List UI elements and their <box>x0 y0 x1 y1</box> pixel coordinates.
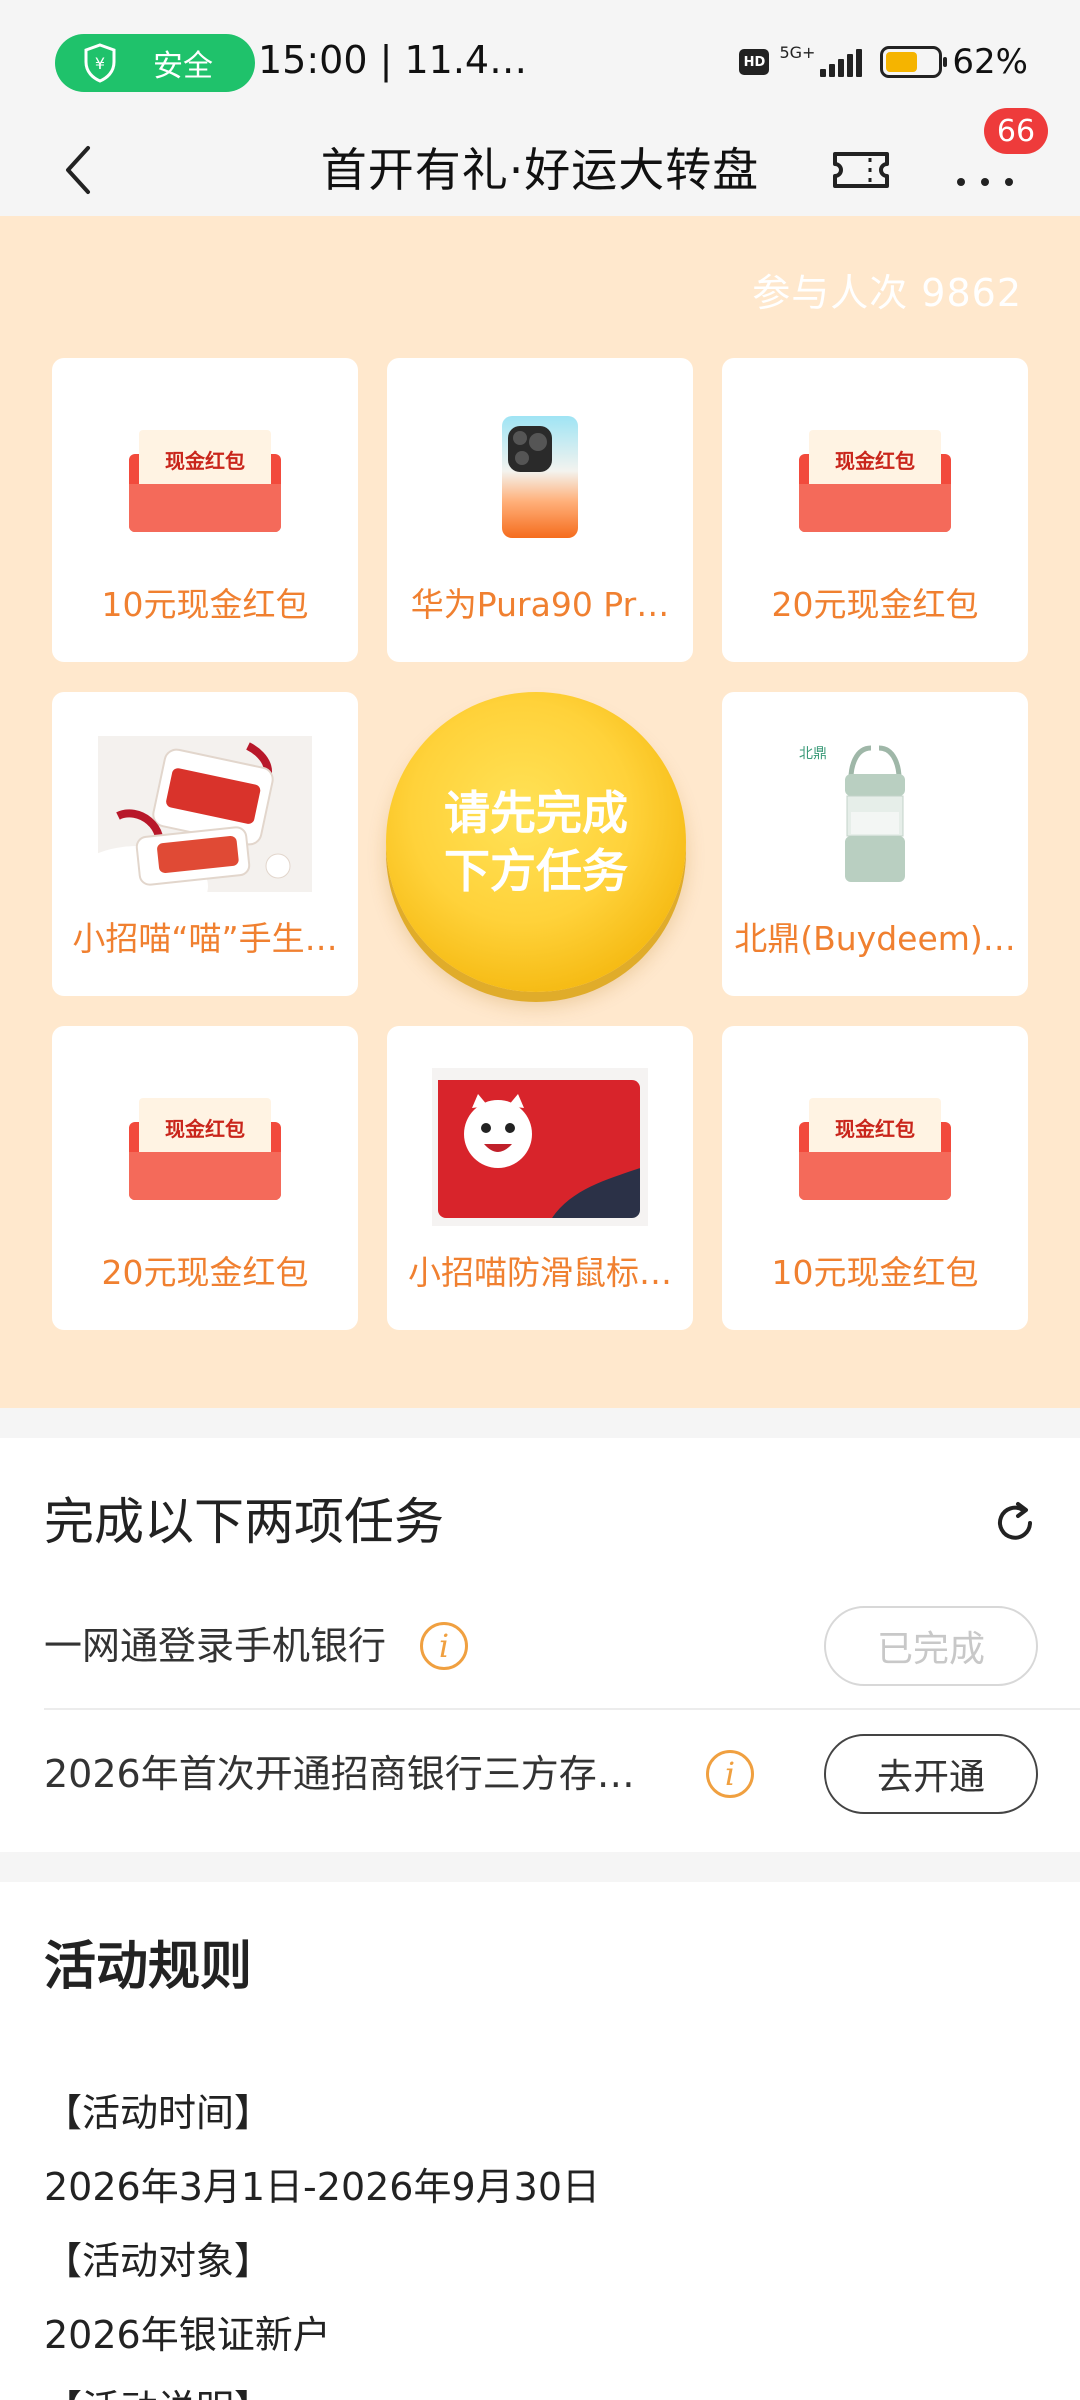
rule-heading: 【活动时间】 <box>44 2091 273 2135</box>
signal-icon <box>817 47 863 77</box>
status-time: 15:00 | 11.4… <box>258 38 528 82</box>
info-icon[interactable]: i <box>420 1622 468 1670</box>
task-row: 一网通登录手机银行 i 已完成 <box>44 1582 1080 1710</box>
prize-card: 现金红包 10元现金红包 <box>722 1026 1028 1330</box>
prize-label: 北鼎(Buydeem)… <box>734 919 1016 958</box>
ticket-icon <box>833 152 889 188</box>
red-packet-text: 现金红包 <box>835 449 915 473</box>
task-row: 2026年首次开通招商银行三方存… i 去开通 <box>44 1710 1080 1838</box>
rule-text: 2026年银证新户 <box>44 2313 331 2357</box>
prize-label: 10元现金红包 <box>771 1253 979 1292</box>
red-packet-image: 现金红包 <box>129 1098 281 1200</box>
prize-card: 现金红包 10元现金红包 <box>52 358 358 662</box>
more-dot <box>981 178 989 186</box>
ticket-button[interactable] <box>830 140 892 200</box>
red-packet-text: 现金红包 <box>835 1117 915 1141</box>
tasks-section: 完成以下两项任务 一网通登录手机银行 i 已完成 2026年首次开通招商银行三方… <box>0 1438 1080 1852</box>
battery-percent: 62% <box>952 42 1028 82</box>
security-status-pill[interactable]: ¥ 安全 <box>55 34 255 92</box>
shield-icon: ¥ <box>84 43 116 83</box>
lucky-wheel-panel: 参与人次 9862 现金红包 10元现金红包 华为Pura90 Pr… 现金红包… <box>0 216 1080 1408</box>
prize-card: 北鼎 北鼎(Buydeem)… <box>722 692 1028 996</box>
bottle-image: 北鼎 <box>799 745 905 882</box>
task-text: 一网通登录手机银行 <box>44 1624 387 1668</box>
participant-count: 参与人次 9862 <box>752 271 1022 315</box>
tasks-title: 完成以下两项任务 <box>44 1493 444 1551</box>
page-title: 首开有礼·好运大转盘 <box>320 143 760 197</box>
red-packet-image: 现金红包 <box>799 430 951 532</box>
rule-text: 2026年3月1日-2026年9月30日 <box>44 2165 601 2209</box>
security-label: 安全 <box>153 49 213 84</box>
red-packet-text: 现金红包 <box>165 1117 245 1141</box>
more-dot <box>1005 178 1013 186</box>
status-bar: ¥ 安全 15:00 | 11.4… HD 5G+ 62% <box>0 0 1080 124</box>
task-text: 2026年首次开通招商银行三方存… <box>44 1752 635 1796</box>
prize-label: 20元现金红包 <box>101 1253 309 1292</box>
spin-button[interactable]: 请先完成下方任务 <box>386 692 686 992</box>
rules-title: 活动规则 <box>44 1937 253 1997</box>
red-packet-image: 现金红包 <box>799 1098 951 1200</box>
mousepad-image <box>432 1068 648 1226</box>
refresh-icon[interactable] <box>990 1498 1040 1548</box>
rules-section: 活动规则 【活动时间】 2026年3月1日-2026年9月30日 【活动对象】 … <box>0 1882 1080 2400</box>
task-completed-button[interactable]: 已完成 <box>824 1606 1038 1686</box>
prize-card: 现金红包 20元现金红包 <box>52 1026 358 1330</box>
status-indicators: HD 5G+ 62% <box>739 36 1080 88</box>
prize-card: 华为Pura90 Pr… <box>387 358 693 662</box>
red-packet-text: 现金红包 <box>165 449 245 473</box>
phone-image <box>502 416 578 538</box>
lanyard-image <box>98 736 312 892</box>
prize-card: 小招喵“喵”手生… <box>52 692 358 996</box>
more-dots-icon <box>957 178 965 186</box>
rule-heading: 【活动说明】 <box>44 2378 272 2400</box>
prize-label: 20元现金红包 <box>771 585 979 624</box>
brand-logo-text: 北鼎 <box>799 746 827 762</box>
notification-badge: 66 <box>984 108 1048 154</box>
prize-label: 小招喵防滑鼠标… <box>408 1253 672 1292</box>
red-packet-image: 现金红包 <box>129 430 281 532</box>
hd-icon: HD <box>739 49 770 75</box>
info-icon[interactable]: i <box>706 1750 754 1798</box>
battery-level <box>886 52 918 72</box>
prize-label: 10元现金红包 <box>101 585 309 624</box>
prize-card: 现金红包 20元现金红包 <box>722 358 1028 662</box>
prize-label: 小招喵“喵”手生… <box>72 919 338 958</box>
battery-icon <box>880 46 948 78</box>
prize-label: 华为Pura90 Pr… <box>410 585 670 624</box>
open-account-button[interactable]: 去开通 <box>824 1734 1038 1814</box>
prize-card: 小招喵防滑鼠标… <box>387 1026 693 1330</box>
rule-heading: 【活动对象】 <box>44 2239 273 2283</box>
svg-text:¥: ¥ <box>95 54 105 73</box>
network-type: 5G+ <box>779 42 816 62</box>
nav-bar: 首开有礼·好运大转盘 <box>0 124 1080 216</box>
spin-button-label: 请先完成下方任务 <box>444 786 628 898</box>
